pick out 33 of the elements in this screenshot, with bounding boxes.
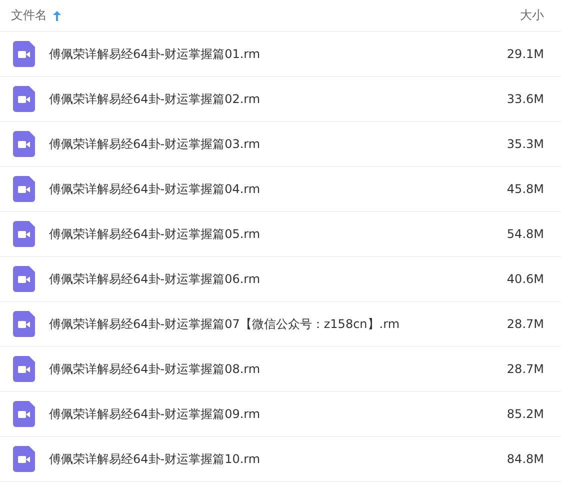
file-size: 29.1M [506,47,544,61]
file-size: 45.8M [506,182,544,196]
video-file-icon [13,176,35,202]
file-name[interactable]: 傅佩荣详解易经64卦-财运掌握篇01.rm [49,46,260,62]
file-name[interactable]: 傅佩荣详解易经64卦-财运掌握篇08.rm [49,360,260,378]
file-size: 35.3M [506,137,544,151]
file-size: 84.8M [506,452,544,466]
file-size: 54.8M [506,227,544,241]
file-size: 33.6M [506,92,544,106]
file-name[interactable]: 傅佩荣详解易经64卦-财运掌握篇09.rm [49,406,260,422]
video-file-icon [13,311,35,337]
file-name[interactable]: 傅佩荣详解易经64卦-财运掌握篇10.rm [49,450,260,468]
file-name[interactable]: 傅佩荣详解易经64卦-财运掌握篇05.rm [49,226,260,242]
column-header[interactable]: 大小 [520,7,544,24]
file-name[interactable]: 傅佩荣详解易经64卦-财运掌握篇04.rm [49,180,260,198]
file-size: 28.7M [506,362,544,376]
video-file-icon [13,131,35,157]
file-name[interactable]: 傅佩荣详解易经64卦-财运掌握篇03.rm [49,136,260,152]
file-name[interactable]: 傅佩荣详解易经64卦-财运掌握篇06.rm [49,270,260,288]
file-size: 85.2M [506,407,544,421]
file-size: 40.6M [506,272,544,286]
video-file-icon [13,86,35,112]
file-name[interactable]: 傅佩荣详解易经64卦-财运掌握篇07【微信公众号：z158cn】.rm [49,316,400,332]
sort-arrow-icon[interactable] [53,10,61,20]
file-size: 28.7M [506,317,544,331]
video-file-icon [13,401,35,427]
video-file-icon [13,356,35,382]
column-header[interactable]: 文件名 [11,7,47,24]
video-file-icon [13,41,35,67]
video-file-icon [13,446,35,472]
file-name[interactable]: 傅佩荣详解易经64卦-财运掌握篇02.rm [49,90,260,108]
video-file-icon [13,221,35,247]
video-file-icon [13,266,35,292]
